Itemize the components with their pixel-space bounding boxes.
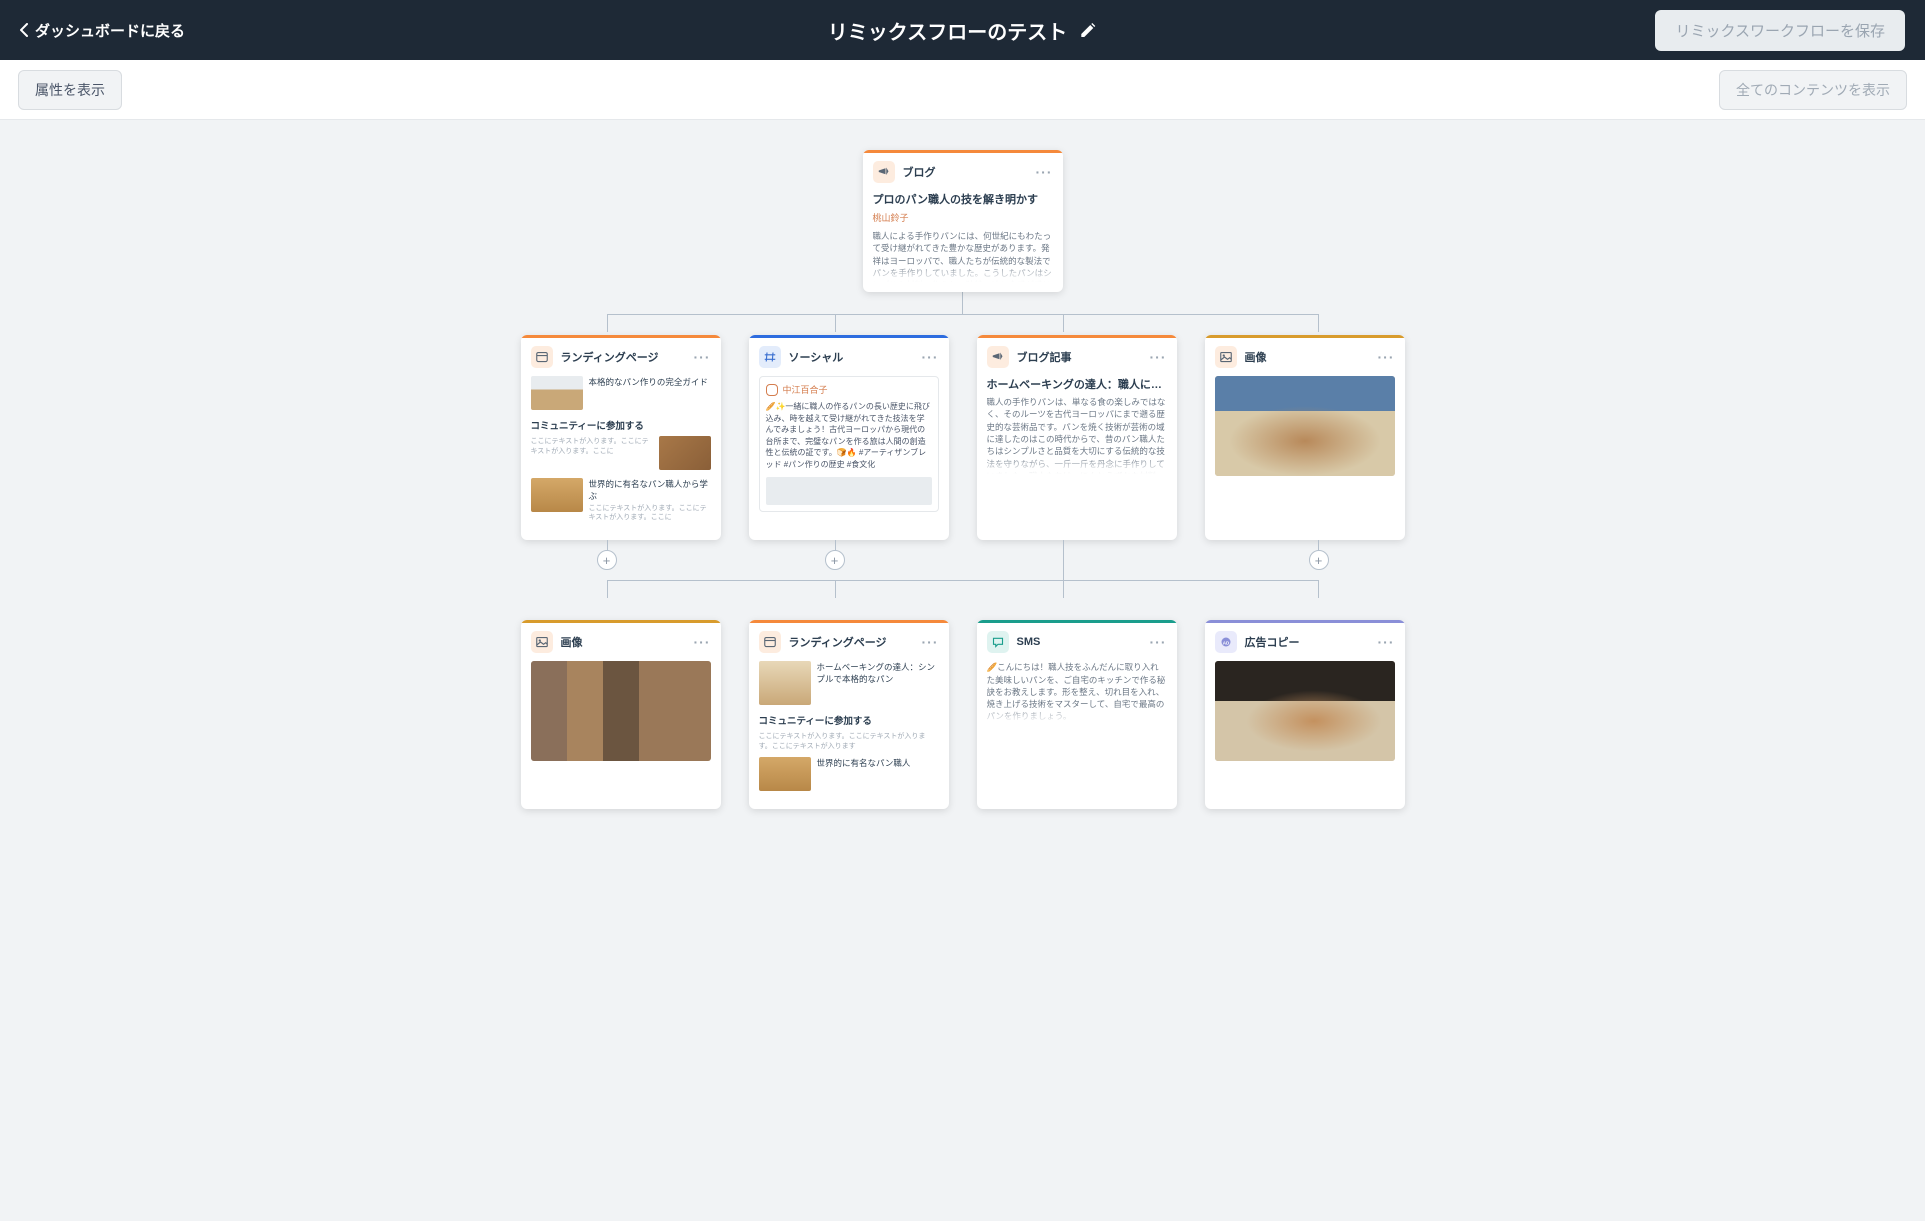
flow-node-image[interactable]: 画像 ··· [1205, 335, 1405, 540]
card-type-label: ブログ記事 [1017, 349, 1142, 365]
flow-node-ad-copy[interactable]: AD 広告コピー ··· [1205, 620, 1405, 809]
connector [1318, 580, 1319, 598]
connector [835, 314, 836, 332]
flow-canvas[interactable]: ブログ ··· プロのパン職人の技を解き明かす 桃山鈴子 職人による手作りパンに… [0, 120, 1925, 1220]
instagram-icon [766, 384, 778, 396]
megaphone-icon [873, 161, 895, 183]
card-type-label: 広告コピー [1245, 634, 1370, 650]
connector [607, 540, 608, 550]
hash-icon [759, 346, 781, 368]
flow-node-landing-page[interactable]: ランディングページ ··· ホームベーキングの達人：シンプルで本格的なパン コミ… [749, 620, 949, 809]
connector [1063, 314, 1064, 332]
card-title: ホームベーキングの達人：職人によ... [987, 376, 1167, 392]
edit-title-icon[interactable] [1079, 21, 1097, 39]
card-type-label: ランディングページ [561, 349, 686, 365]
card-menu-icon[interactable]: ··· [694, 349, 711, 365]
image-icon [531, 631, 553, 653]
save-workflow-button[interactable]: リミックスワークフローを保存 [1655, 10, 1905, 51]
thumbnail [659, 436, 711, 470]
card-type-label: 画像 [1245, 349, 1370, 365]
add-node-button[interactable]: + [597, 550, 617, 570]
lp-row-title: 世界的に有名なパン職人 [817, 757, 939, 791]
flow-node-landing-page[interactable]: ランディングページ ··· 本格的なパン作りの完全ガイド コミュニティーに参加す… [521, 335, 721, 540]
add-node-button[interactable]: + [1309, 550, 1329, 570]
back-to-dashboard-link[interactable]: ダッシュボードに戻る [20, 20, 185, 41]
ad-icon: AD [1215, 631, 1237, 653]
card-menu-icon[interactable]: ··· [1036, 164, 1053, 180]
chevron-left-icon [20, 23, 29, 37]
lp-row-title: 世界的に有名なパン職人から学ぶ [589, 479, 708, 501]
connector [607, 580, 1319, 581]
window-icon [759, 631, 781, 653]
connector [835, 540, 836, 550]
connector [1063, 540, 1064, 580]
flow-node-image[interactable]: 画像 ··· [521, 620, 721, 809]
thumbnail [531, 376, 583, 410]
card-type-label: 画像 [561, 634, 686, 650]
card-body-text: 🥖こんにちは！職人技をふんだんに取り入れた美味しいパンを、ご自宅のキッチンで作る… [987, 661, 1167, 723]
card-type-label: ランディングページ [789, 634, 914, 650]
connector [1318, 540, 1319, 550]
card-menu-icon[interactable]: ··· [694, 634, 711, 650]
card-menu-icon[interactable]: ··· [1150, 634, 1167, 650]
social-body-text: 🥖✨一緒に職人の作るパンの長い歴史に飛び込み、時を越えて受け継がれてきた技法を学… [766, 401, 932, 471]
svg-text:AD: AD [1222, 640, 1229, 645]
card-type-label: ソーシャル [789, 349, 914, 365]
image-placeholder [531, 661, 711, 761]
card-type-label: ブログ [903, 164, 1028, 180]
lp-row-title: コミュニティーに参加する [531, 418, 711, 432]
flow-node-root-blog[interactable]: ブログ ··· プロのパン職人の技を解き明かす 桃山鈴子 職人による手作りパンに… [863, 150, 1063, 292]
show-all-content-button[interactable]: 全てのコンテンツを表示 [1719, 70, 1907, 110]
connector [607, 314, 608, 332]
chat-icon [987, 631, 1009, 653]
megaphone-icon [987, 346, 1009, 368]
lp-row-title: 本格的なパン作りの完全ガイド [589, 376, 711, 410]
card-menu-icon[interactable]: ··· [922, 349, 939, 365]
flow-node-social[interactable]: ソーシャル ··· 中江百合子 🥖✨一緒に職人の作るパンの長い歴史に飛び込み、時… [749, 335, 949, 540]
card-type-label: SMS [1017, 636, 1142, 648]
lp-subtext: ここにテキストが入ります。ここにテキストが入ります。ここにテキストが入ります [759, 731, 939, 751]
image-placeholder [1215, 376, 1395, 476]
page-title: リミックスフローのテスト [828, 16, 1067, 45]
connector [1318, 314, 1319, 332]
image-placeholder [1215, 661, 1395, 761]
lp-subtext: ここにテキストが入ります。ここにテキストが入ります。ここに [589, 504, 711, 522]
back-label: ダッシュボードに戻る [35, 20, 185, 41]
window-icon [531, 346, 553, 368]
lp-subtext: ここにテキストが入ります。ここにテキストが入ります。ここに [531, 436, 653, 464]
connector [962, 292, 963, 314]
social-username: 中江百合子 [783, 383, 828, 396]
thumbnail [759, 661, 811, 705]
social-image [766, 477, 932, 505]
lp-row-title: ホームベーキングの達人：シンプルで本格的なパン [817, 661, 939, 705]
lp-row-title: コミュニティーに参加する [759, 713, 939, 727]
flow-node-blog-article[interactable]: ブログ記事 ··· ホームベーキングの達人：職人によ... 職人の手作りパンは、… [977, 335, 1177, 540]
card-author: 桃山鈴子 [873, 211, 1053, 224]
card-body-text: 職人による手作りパンには、何世紀にもわたって受け継がれてきた豊かな歴史があります… [873, 230, 1053, 282]
card-menu-icon[interactable]: ··· [1150, 349, 1167, 365]
thumbnail [759, 757, 811, 791]
connector [607, 580, 608, 598]
connector [1063, 580, 1064, 598]
image-icon [1215, 346, 1237, 368]
card-title: プロのパン職人の技を解き明かす [873, 191, 1053, 207]
card-menu-icon[interactable]: ··· [1378, 349, 1395, 365]
card-body-text: 職人の手作りパンは、単なる食の楽しみではなく、そのルーツを古代ヨーロッパにまで遡… [987, 396, 1167, 474]
thumbnail [531, 478, 583, 512]
show-attributes-button[interactable]: 属性を表示 [18, 70, 122, 110]
connector [607, 314, 1319, 315]
connector [835, 580, 836, 598]
card-menu-icon[interactable]: ··· [922, 634, 939, 650]
flow-node-sms[interactable]: SMS ··· 🥖こんにちは！職人技をふんだんに取り入れた美味しいパンを、ご自宅… [977, 620, 1177, 809]
card-menu-icon[interactable]: ··· [1378, 634, 1395, 650]
add-node-button[interactable]: + [825, 550, 845, 570]
